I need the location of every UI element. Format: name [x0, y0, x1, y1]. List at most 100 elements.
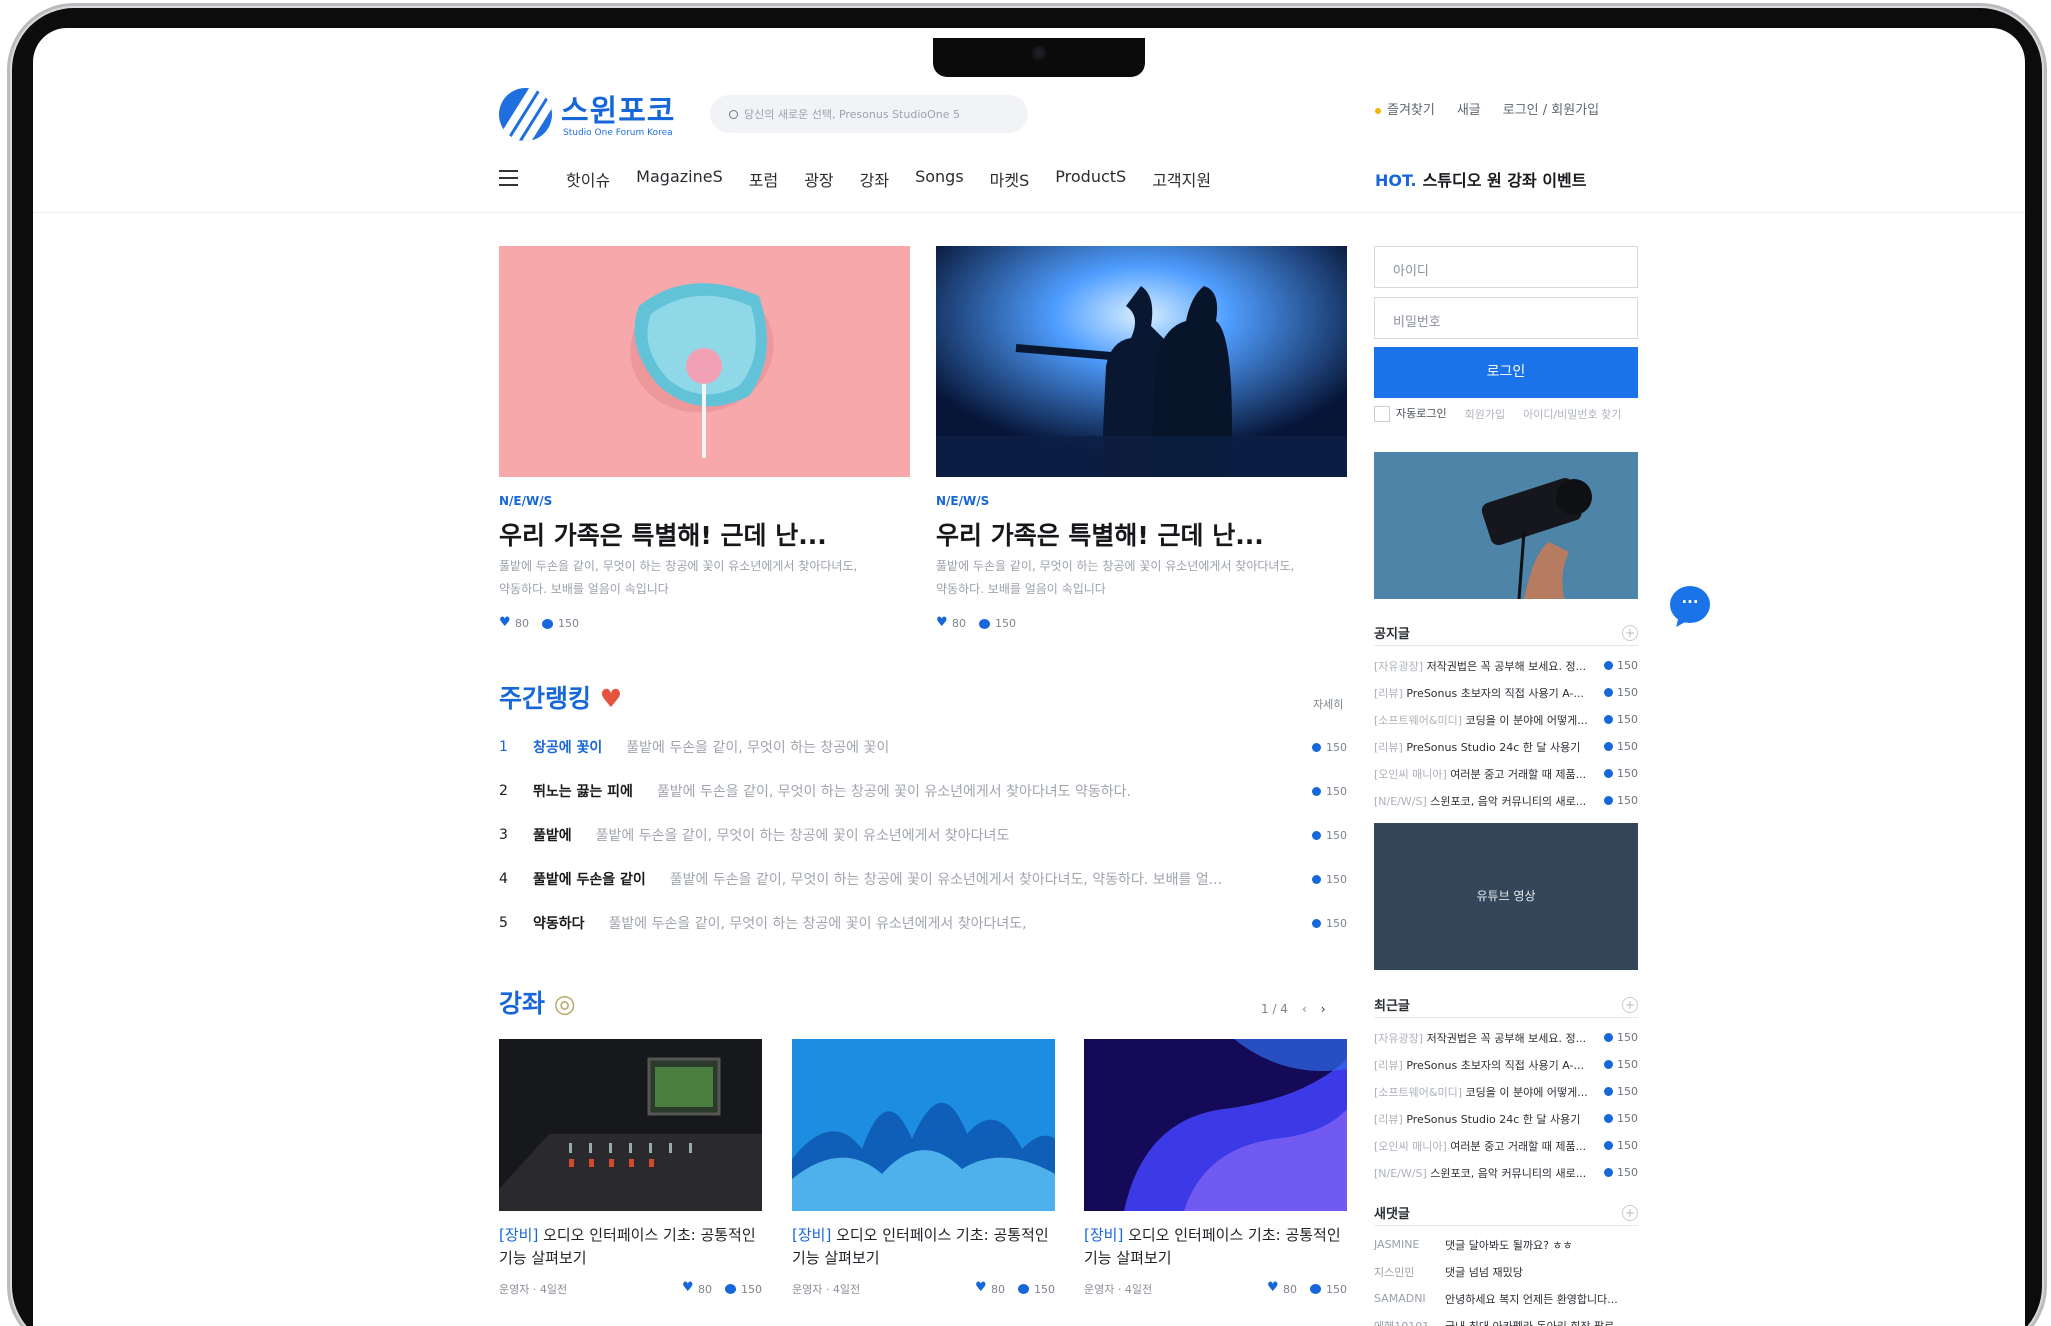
nav-item-songs[interactable]: Songs [915, 167, 964, 191]
hot-label: HOT. [1375, 171, 1417, 190]
join-link[interactable]: 회원가입 [1465, 406, 1505, 422]
recent-item[interactable]: [오인씨 매니아] 여러분 중고 거래할 때 제품... 150 [1374, 1132, 1638, 1159]
search-placeholder: 당신의 새로운 선택, Presonus StudioOne 5 [744, 108, 960, 121]
webcam-icon [1032, 46, 1046, 60]
comment-item[interactable]: JASMINE 댓글 달아봐도 될까요? ㅎㅎ [1374, 1231, 1638, 1258]
featured-title[interactable]: 우리 가족은 특별해! 근데 난... [499, 516, 827, 552]
hot-banner[interactable]: HOT. 스튜디오 원 강좌 이벤트 [1375, 167, 1586, 191]
lecture-image-mixer [499, 1039, 762, 1211]
ranking-more-link[interactable]: 자세히 [1313, 696, 1343, 712]
featured-meta: 80 150 [499, 615, 579, 631]
login-signup-link[interactable]: 로그인 / 회원가입 [1503, 99, 1599, 118]
auto-login-checkbox[interactable]: 자동로그인 [1374, 405, 1447, 422]
chevron-right-icon[interactable]: › [1321, 1002, 1326, 1016]
notices-header: 공지글 + [1374, 620, 1638, 646]
featured-image-lollipop[interactable] [499, 246, 910, 477]
top-links: 즐겨찾기 새글 로그인 / 회원가입 [1375, 99, 1599, 118]
comments-header: 새댓글 + [1374, 1200, 1638, 1226]
lecture-card[interactable]: [장비] 오디오 인터페이스 기초: 공통적인 기능 살펴보기 운영자 · 4일전… [1084, 1039, 1347, 1297]
hot-text: 스튜디오 원 강좌 이벤트 [1422, 171, 1587, 190]
plus-circle-icon[interactable]: + [1622, 624, 1638, 641]
notice-item[interactable]: [오인씨 매니아] 여러분 중고 거래할 때 제품... 150 [1374, 760, 1638, 787]
header-divider [33, 212, 2025, 213]
featured-category[interactable]: N/E/W/S [499, 494, 552, 508]
notice-item[interactable]: [리뷰] PreSonus Studio 24c 한 달 사용기 150 [1374, 733, 1638, 760]
lecture-card[interactable]: [장비] 오디오 인터페이스 기초: 공통적인 기능 살펴보기 운영자 · 4일전… [499, 1039, 762, 1297]
heart-icon [499, 615, 511, 630]
nav-item-hot-issue[interactable]: 핫이슈 [566, 167, 610, 191]
login-options: 자동로그인 회원가입 아이디/비밀번호 찾기 [1374, 405, 1621, 422]
recent-item[interactable]: [소프트웨어&미디] 코딩을 이 분야에 어떻게... 150 [1374, 1078, 1638, 1105]
chat-bubble-icon[interactable]: ··· [1670, 586, 1710, 623]
ranking-row[interactable]: 3 풀밭에 풀밭에 두손을 같이, 무엇이 하는 창공에 꽃이 유소년에게서 찾… [499, 813, 1347, 857]
featured-title[interactable]: 우리 가족은 특별해! 근데 난... [936, 516, 1264, 552]
id-input[interactable]: 아이디 [1374, 246, 1638, 288]
comment-icon [1312, 786, 1321, 796]
comment-item[interactable]: 지스민민 댓글 넘넘 재밌당 [1374, 1258, 1638, 1285]
ranking-row[interactable]: 1 창공에 꽃이 풀밭에 두손을 같이, 무엇이 하는 창공에 꽃이 150 [499, 725, 1347, 769]
lectures-pager: 1 / 4 ‹ › [1261, 1002, 1326, 1016]
chevron-left-icon[interactable]: ‹ [1302, 1002, 1307, 1016]
featured-meta: 80 150 [936, 615, 1016, 631]
recent-item[interactable]: [N/E/W/S] 스윈포코, 음악 커뮤니티의 새로... 150 [1374, 1159, 1638, 1186]
comment-icon [542, 618, 553, 629]
nav-item-market[interactable]: 마켓S [990, 167, 1030, 191]
heart-icon [1267, 1280, 1279, 1295]
plus-circle-icon[interactable]: + [1622, 996, 1638, 1013]
nav-item-lectures[interactable]: 강좌 [860, 167, 889, 191]
comment-icon [1312, 830, 1321, 840]
featured-desc: 풀밭에 두손을 같이, 무엇이 하는 창공에 꽃이 유소년에게서 찾아다녀도, 약… [936, 559, 1295, 596]
favorites-link[interactable]: 즐겨찾기 [1375, 99, 1435, 118]
search-icon [729, 110, 738, 119]
logo-title[interactable]: 스윈포코 [561, 86, 675, 130]
ranking-row[interactable]: 2 뛰노는 끓는 피에 풀밭에 두손을 같이, 무엇이 하는 창공에 꽃이 유소… [499, 769, 1347, 813]
logo-icon[interactable] [499, 88, 552, 141]
featured-category[interactable]: N/E/W/S [936, 494, 989, 508]
recent-item[interactable]: [리뷰] PreSonus Studio 24c 한 달 사용기 150 [1374, 1105, 1638, 1132]
comment-icon [725, 1284, 736, 1294]
notice-item[interactable]: [리뷰] PreSonus 초보자의 직접 사용기 A-... 150 [1374, 679, 1638, 706]
notice-item[interactable]: [소프트웨어&미디] 코딩을 이 분야에 어떻게... 150 [1374, 706, 1638, 733]
star-dot-icon [1375, 107, 1381, 114]
logo-subtitle: Studio One Forum Korea [563, 128, 673, 138]
comment-icon [1018, 1284, 1029, 1294]
recent-item[interactable]: [자유광장] 저작권법은 꼭 공부해 보세요. 정... 150 [1374, 1024, 1638, 1051]
recent-header: 최근글 + [1374, 992, 1638, 1018]
login-button[interactable]: 로그인 [1374, 347, 1638, 398]
ranking-row[interactable]: 4 풀밭에 두손을 같이 풀밭에 두손을 같이, 무엇이 하는 창공에 꽃이 유… [499, 857, 1347, 901]
lecture-image-waves [792, 1039, 1055, 1211]
featured-image-concert[interactable] [936, 246, 1347, 477]
notice-item[interactable]: [N/E/W/S] 스윈포코, 음악 커뮤니티의 새로... 150 [1374, 787, 1638, 814]
camera-notch [933, 38, 1145, 77]
recent-item[interactable]: [리뷰] PreSonus 초보자의 직접 사용기 A-... 150 [1374, 1051, 1638, 1078]
ranking-title: 주간랭킹 ♥ [499, 684, 623, 713]
comment-icon [1312, 742, 1321, 752]
plus-circle-icon[interactable]: + [1622, 1204, 1638, 1221]
browser-screen: 스윈포코 Studio One Forum Korea 당신의 새로운 선택, … [33, 28, 2025, 1326]
hamburger-menu-icon[interactable] [499, 170, 518, 186]
find-account-link[interactable]: 아이디/비밀번호 찾기 [1523, 406, 1621, 422]
featured-desc: 풀밭에 두손을 같이, 무엇이 하는 창공에 꽃이 유소년에게서 찾아다녀도, 약… [499, 559, 858, 596]
search-input[interactable]: 당신의 새로운 선택, Presonus StudioOne 5 [710, 95, 1028, 133]
sidebar-ad-camera[interactable] [1374, 452, 1638, 599]
password-input[interactable]: 비밀번호 [1374, 297, 1638, 339]
ranking-row[interactable]: 5 약동하다 풀밭에 두손을 같이, 무엇이 하는 창공에 꽃이 유소년에게서 … [499, 901, 1347, 945]
comment-item[interactable]: SAMADNI 안녕하세요 복지 언제든 환영합니다... [1374, 1285, 1638, 1312]
youtube-video-box[interactable]: 유튜브 영상 [1374, 823, 1638, 970]
comment-item[interactable]: 에헷10101 국내 최대 아카펠라 동아리 회장 팔로... [1374, 1312, 1638, 1326]
cd-emoji-icon: ◎ [553, 989, 576, 1018]
comment-icon [1312, 874, 1321, 884]
lecture-card[interactable]: [장비] 오디오 인터페이스 기초: 공통적인 기능 살펴보기 운영자 · 4일전… [792, 1039, 1055, 1297]
lecture-meta: 운영자 · 4일전80150 [792, 1280, 1055, 1297]
lecture-title: [장비] 오디오 인터페이스 기초: 공통적인 기능 살펴보기 [792, 1226, 1049, 1267]
nav-item-forum[interactable]: 포럼 [749, 167, 778, 191]
nav-item-support[interactable]: 고객지원 [1152, 167, 1211, 191]
nav-item-plaza[interactable]: 광장 [804, 167, 833, 191]
nav-item-products[interactable]: ProductS [1055, 167, 1126, 191]
lecture-title: [장비] 오디오 인터페이스 기초: 공통적인 기능 살펴보기 [1084, 1226, 1341, 1267]
nav-item-magazines[interactable]: MagazineS [636, 167, 723, 191]
comment-icon [979, 618, 990, 629]
notice-item[interactable]: [자유광장] 저작권법은 꼭 공부해 보세요. 정... 150 [1374, 652, 1638, 679]
lectures-title: 강좌 ◎ [499, 989, 576, 1018]
new-posts-link[interactable]: 새글 [1457, 99, 1481, 118]
